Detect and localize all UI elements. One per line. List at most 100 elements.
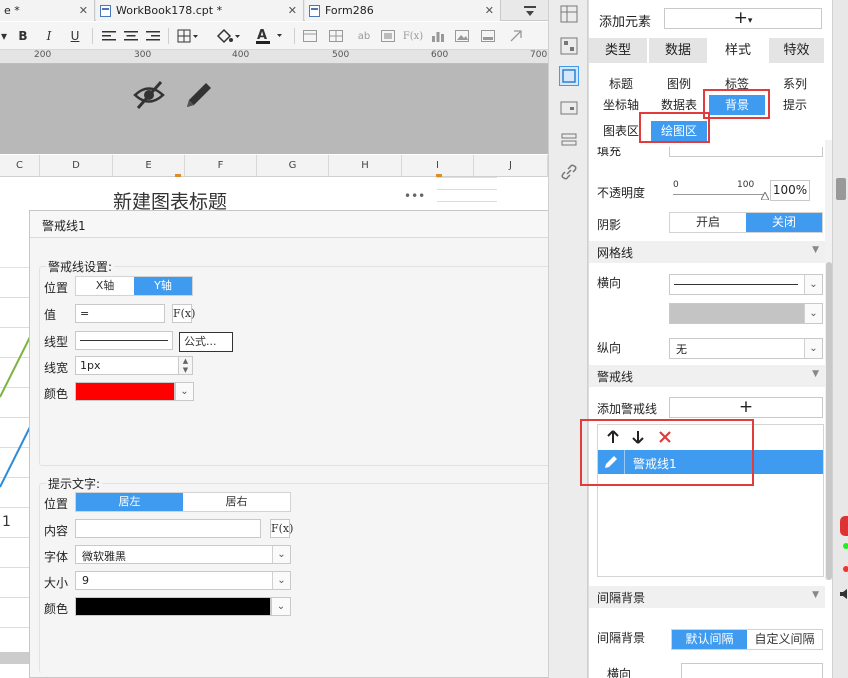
cell-icon[interactable]: [380, 26, 396, 46]
column-header[interactable]: F: [185, 155, 257, 177]
font-color-icon[interactable]: A: [254, 26, 286, 46]
link-icon[interactable]: [559, 162, 579, 182]
file-tab-3[interactable]: Form286 ✕: [305, 0, 501, 21]
layers-icon[interactable]: [559, 130, 579, 150]
opacity-input[interactable]: 100%: [770, 180, 810, 201]
tab-type[interactable]: 类型: [589, 38, 648, 63]
font-select[interactable]: 微软雅黑 ⌄: [75, 545, 291, 564]
linewidth-input[interactable]: 1px: [75, 356, 179, 375]
value-input[interactable]: =: [75, 304, 165, 323]
shadow-on-option[interactable]: 开启: [670, 213, 746, 232]
content-input[interactable]: [75, 519, 261, 538]
tab-style[interactable]: 样式: [709, 38, 768, 63]
subtab-tooltip[interactable]: 提示: [767, 95, 823, 115]
scroll-handle[interactable]: [836, 178, 846, 200]
column-header[interactable]: H: [329, 155, 402, 177]
align-left-icon[interactable]: [100, 26, 118, 46]
column-header[interactable]: D: [40, 155, 113, 177]
widget-icon[interactable]: [559, 36, 579, 56]
chart-icon[interactable]: [430, 26, 446, 46]
hint-left-option[interactable]: 居左: [76, 493, 183, 511]
pointer-icon[interactable]: [508, 26, 524, 46]
tab-data[interactable]: 数据: [649, 38, 708, 63]
fill-color-icon[interactable]: [214, 26, 242, 46]
subtab-series[interactable]: 系列: [767, 74, 823, 94]
subtab-axis[interactable]: 坐标轴: [593, 95, 649, 115]
shadow-off-option[interactable]: 关闭: [746, 213, 822, 232]
alert-line-section[interactable]: 警戒线 ▼: [589, 365, 825, 387]
opacity-slider[interactable]: [673, 194, 765, 195]
content-formula-button[interactable]: F(x): [270, 519, 293, 538]
formula-button[interactable]: F(x): [172, 304, 195, 323]
text-icon[interactable]: ab: [354, 26, 374, 46]
formula-icon[interactable]: F(x): [403, 26, 423, 46]
subtab-plot-area[interactable]: 绘图区: [651, 121, 707, 141]
chart-attribute-icon[interactable]: [559, 66, 579, 86]
layout-icon[interactable]: [559, 98, 579, 118]
vertical-line-select[interactable]: 无 ⌄: [669, 338, 823, 359]
move-down-icon[interactable]: [631, 430, 645, 444]
chevron-down-icon[interactable]: ⌄: [271, 597, 291, 616]
hint-right-option[interactable]: 居右: [183, 493, 290, 511]
subtab-label[interactable]: 标签: [709, 74, 765, 94]
cell-attribute-icon[interactable]: [559, 4, 579, 24]
interval-horizontal-select[interactable]: [681, 663, 823, 678]
align-right-icon[interactable]: [144, 26, 162, 46]
hide-icon[interactable]: [132, 78, 166, 112]
line-color-swatch[interactable]: [75, 382, 175, 401]
y-axis-option[interactable]: Y轴: [134, 277, 192, 295]
x-axis-option[interactable]: X轴: [76, 277, 134, 295]
close-icon[interactable]: ✕: [288, 4, 297, 17]
more-options-icon[interactable]: •••: [404, 189, 425, 203]
column-header[interactable]: C: [0, 155, 40, 177]
subtab-datasheet[interactable]: 数据表: [651, 95, 707, 115]
chevron-down-icon[interactable]: ⌄: [175, 382, 194, 401]
section-title: 间隔背景: [597, 591, 646, 605]
value-label: 值: [44, 308, 57, 322]
italic-icon[interactable]: I: [40, 26, 58, 46]
column-header[interactable]: J: [474, 155, 548, 177]
interval-custom-option[interactable]: 自定义间隔: [747, 630, 822, 649]
fill-select[interactable]: [669, 147, 823, 157]
size-label: 大小: [44, 576, 69, 590]
file-tab-1[interactable]: e * ✕: [0, 0, 95, 21]
delete-icon[interactable]: [658, 430, 672, 444]
picture-icon[interactable]: [454, 26, 470, 46]
move-up-icon[interactable]: [606, 430, 620, 444]
linetype-select[interactable]: [75, 331, 173, 350]
subtab-chart-area[interactable]: 图表区: [595, 121, 647, 141]
linewidth-stepper[interactable]: ▲ ▼: [179, 356, 193, 375]
font-label: 字体: [44, 550, 69, 564]
hint-color-swatch[interactable]: [75, 597, 271, 616]
alert-list-item[interactable]: 警戒线1: [598, 450, 823, 474]
underline-icon[interactable]: U: [66, 26, 84, 46]
horizontal-color-select[interactable]: ⌄: [669, 303, 823, 324]
border-icon[interactable]: [175, 26, 201, 46]
subtab-legend[interactable]: 图例: [651, 74, 707, 94]
slider-handle-icon[interactable]: [760, 189, 770, 201]
edit-pencil-icon[interactable]: [602, 453, 620, 471]
size-select[interactable]: 9 ⌄: [75, 571, 291, 590]
interval-section[interactable]: 间隔背景 ▼: [589, 586, 825, 608]
horizontal-line-select[interactable]: ⌄: [669, 274, 823, 295]
align-center-icon[interactable]: [122, 26, 140, 46]
file-tab-2[interactable]: WorkBook178.cpt * ✕: [96, 0, 304, 21]
close-icon[interactable]: ✕: [79, 4, 88, 17]
close-icon[interactable]: ✕: [485, 4, 494, 17]
insert-icon[interactable]: [480, 26, 496, 46]
tab-menu-icon[interactable]: [522, 3, 538, 19]
add-alert-button[interactable]: +: [669, 397, 823, 418]
gridline-section[interactable]: 网格线 ▼: [589, 241, 825, 263]
image-icon[interactable]: [302, 26, 318, 46]
tab-effects[interactable]: 特效: [769, 38, 825, 63]
subtab-title[interactable]: 标题: [593, 74, 649, 94]
grid-icon[interactable]: [328, 26, 344, 46]
subtab-background[interactable]: 背景: [709, 95, 765, 115]
edit-pencil-icon[interactable]: [182, 78, 216, 112]
interval-default-option[interactable]: 默认间隔: [672, 630, 747, 649]
chevron-down-icon[interactable]: ▾: [0, 26, 8, 46]
bold-icon[interactable]: B: [14, 26, 32, 46]
add-element-button[interactable]: +▾: [664, 8, 822, 29]
formula-text-button[interactable]: 公式...: [179, 332, 233, 352]
column-header[interactable]: G: [257, 155, 329, 177]
